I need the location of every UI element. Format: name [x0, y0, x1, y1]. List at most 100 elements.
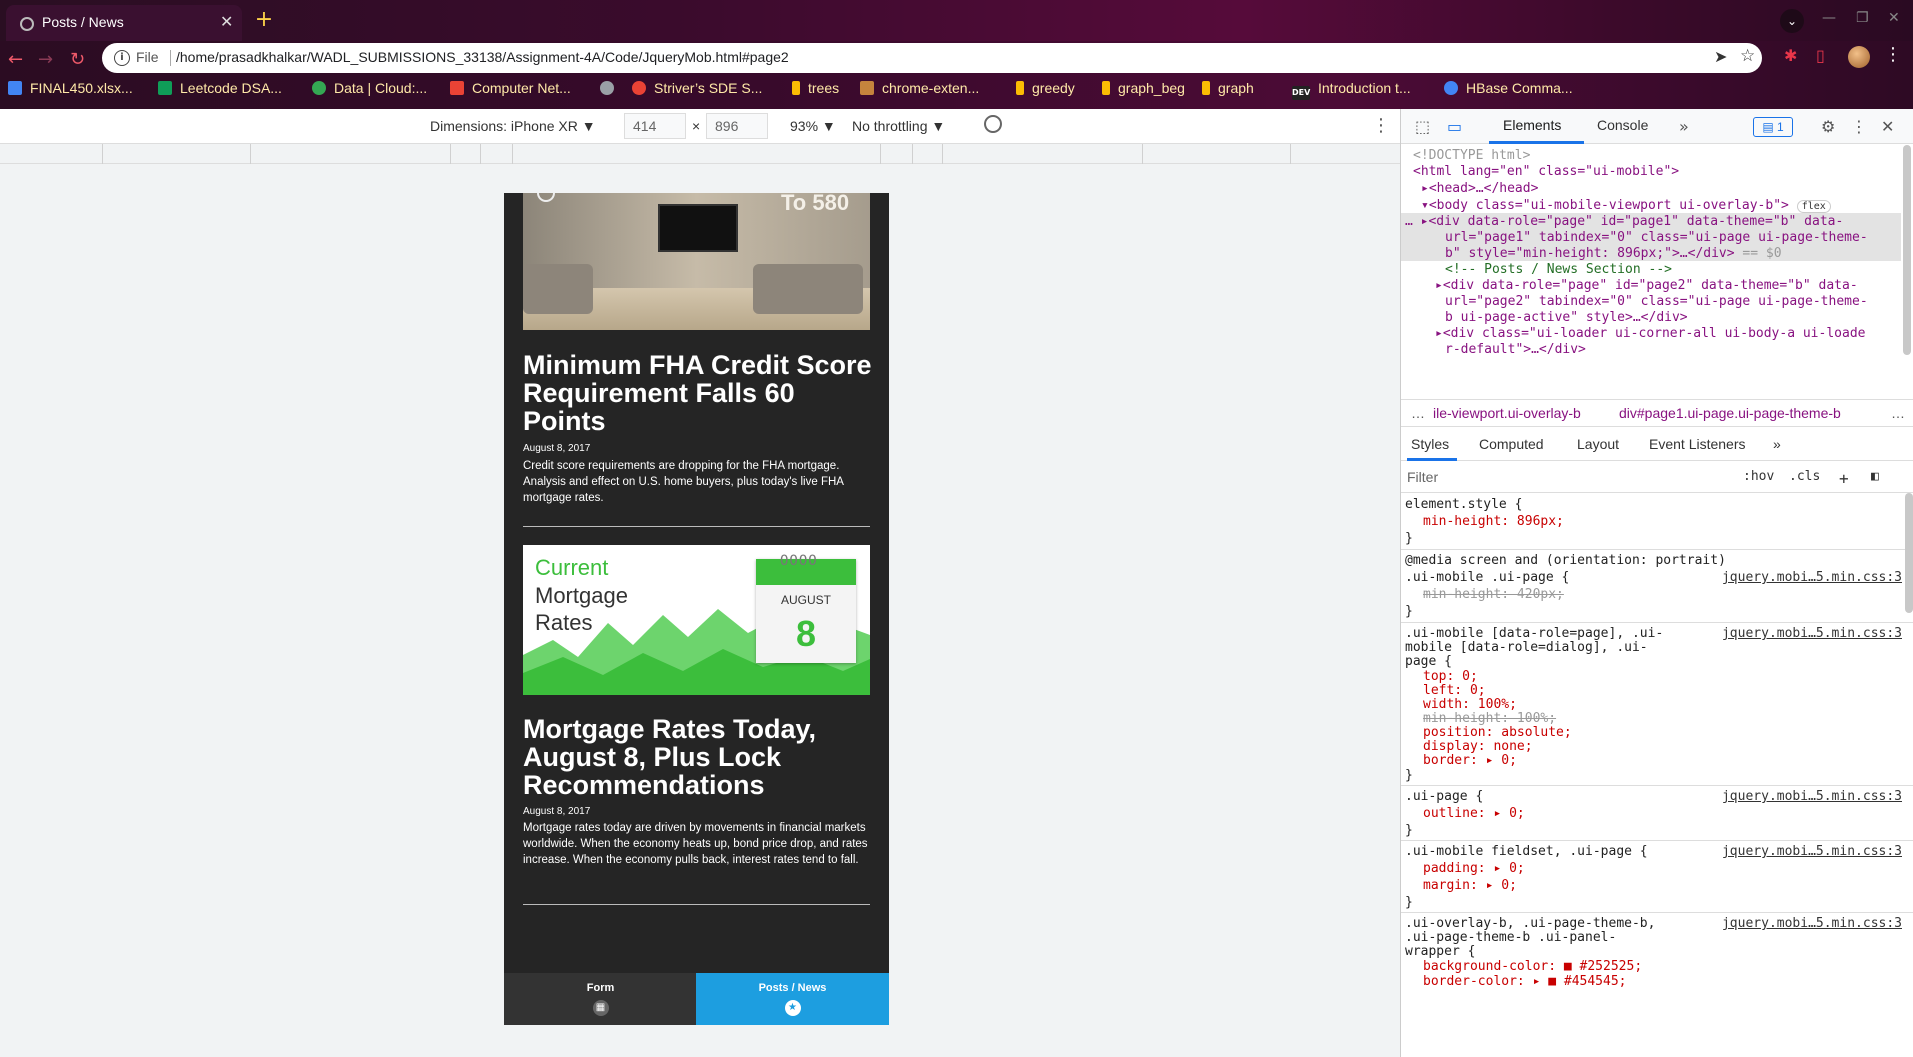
dom-html[interactable]: <html lang="en" class="ui-mobile">: [1413, 164, 1679, 180]
bookmark-item[interactable]: graph_beg: [1102, 80, 1185, 96]
rule-selector[interactable]: element.style {: [1405, 496, 1522, 513]
forward-icon[interactable]: →: [38, 49, 53, 70]
tv-icon: [658, 204, 738, 252]
breadcrumb-overflow[interactable]: …: [1411, 405, 1425, 421]
browser-tab[interactable]: Posts / News ✕: [6, 5, 242, 41]
tab-event-listeners[interactable]: Event Listeners: [1649, 436, 1746, 452]
bookmark-item[interactable]: chrome-exten...: [860, 80, 979, 96]
device-toggle-icon[interactable]: ▭: [1447, 117, 1462, 136]
bookmark-item[interactable]: trees: [792, 80, 839, 96]
dom-page2-line[interactable]: ▸<div data-role="page" id="page2" data-t…: [1435, 278, 1858, 294]
tab-search-chevron-icon[interactable]: ⌄: [1780, 9, 1804, 33]
maximize-icon[interactable]: ❐: [1856, 10, 1869, 26]
dom-body-text: <body class="ui-mobile-viewport ui-overl…: [1428, 198, 1789, 213]
inspect-element-icon[interactable]: ⬚: [1415, 117, 1430, 136]
tab-styles[interactable]: Styles: [1411, 436, 1449, 452]
bookmark-item[interactable]: Computer Net...: [450, 80, 571, 96]
device-height-input[interactable]: 896: [706, 113, 768, 139]
breadcrumb-overflow[interactable]: …: [1891, 405, 1905, 421]
more-tabs-icon[interactable]: »: [1679, 117, 1689, 136]
devtools-menu-icon[interactable]: ⋮: [1851, 117, 1867, 136]
bolt-icon: [1016, 81, 1024, 95]
tab-console[interactable]: Console: [1597, 117, 1648, 133]
rule-property[interactable]: outline: ▸ 0;: [1423, 805, 1525, 822]
info-icon[interactable]: i: [114, 50, 130, 66]
dom-comment[interactable]: <!-- Posts / News Section -->: [1445, 262, 1672, 278]
bookmark-item[interactable]: Data | Cloud:...: [312, 80, 427, 96]
bookmarks-bar: FINAL450.xlsx... Leetcode DSA... Data | …: [0, 79, 1913, 109]
rule-property[interactable]: min-height: 896px;: [1423, 513, 1564, 530]
styles-filter-input[interactable]: Filter: [1407, 469, 1438, 485]
post-title[interactable]: Minimum FHA Credit Score Requirement Fal…: [523, 351, 873, 435]
bookmark-item[interactable]: HBase Comma...: [1444, 80, 1573, 96]
bookmark-item[interactable]: [600, 80, 622, 96]
rule-source-link[interactable]: jquery.mobi…5.min.css:3: [1722, 569, 1902, 586]
rule-property[interactable]: border: ▸ 0;: [1423, 752, 1517, 769]
rule-selector[interactable]: .ui-mobile fieldset, .ui-page {: [1405, 843, 1648, 860]
bookmark-item[interactable]: graph: [1202, 80, 1254, 96]
browser-menu-icon[interactable]: ⋮: [1884, 44, 1902, 65]
hover-state-toggle[interactable]: :hov: [1743, 469, 1774, 484]
nav-tab-posts-news[interactable]: Posts / News ★: [696, 973, 889, 1025]
rule-source-link[interactable]: jquery.mobi…5.min.css:3: [1722, 915, 1902, 932]
bookmark-item[interactable]: FINAL450.xlsx...: [8, 80, 133, 96]
bookmark-label: Data | Cloud:...: [334, 80, 428, 96]
dom-loader-line[interactable]: ▸<div class="ui-loader ui-corner-all ui-…: [1435, 326, 1865, 342]
rule-property[interactable]: padding: ▸ 0;: [1423, 860, 1525, 877]
breadcrumb-item-selected[interactable]: div#page1.ui-page.ui-page-theme-b: [1619, 405, 1841, 421]
tab-layout[interactable]: Layout: [1577, 436, 1619, 452]
close-window-icon[interactable]: ✕: [1888, 10, 1900, 26]
ruler-tick: [450, 144, 451, 164]
back-icon[interactable]: ←: [8, 49, 23, 70]
url-text[interactable]: /home/prasadkhalkar/WADL_SUBMISSIONS_331…: [176, 49, 789, 65]
computed-sidebar-icon[interactable]: ◧: [1871, 469, 1879, 484]
dom-doctype[interactable]: <!DOCTYPE html>: [1413, 148, 1530, 164]
styles-scrollbar[interactable]: [1905, 493, 1913, 613]
more-style-tabs-icon[interactable]: »: [1773, 436, 1781, 452]
rule-source-link[interactable]: jquery.mobi…5.min.css:3: [1722, 843, 1902, 860]
avatar[interactable]: [1848, 46, 1870, 68]
dom-scrollbar[interactable]: [1903, 145, 1911, 355]
rule-source-link[interactable]: jquery.mobi…5.min.css:3: [1722, 788, 1902, 805]
flex-badge[interactable]: flex: [1796, 200, 1831, 213]
bookmark-item[interactable]: DEV Introduction t...: [1292, 80, 1411, 100]
bookmark-star-icon[interactable]: ☆: [1740, 46, 1755, 66]
close-devtools-icon[interactable]: ✕: [1881, 117, 1894, 136]
new-rule-icon[interactable]: +: [1839, 469, 1849, 488]
rule-property[interactable]: border-color: ▸ ■ #454545;: [1423, 973, 1627, 990]
throttling-select[interactable]: No throttling ▼: [852, 118, 945, 134]
bookmark-item[interactable]: Striver’s SDE S...: [632, 80, 762, 96]
tab-computed[interactable]: Computed: [1479, 436, 1544, 452]
tab-elements[interactable]: Elements: [1503, 117, 1561, 133]
class-toggle[interactable]: .cls: [1789, 469, 1820, 484]
rule-property-overridden[interactable]: min-height: 420px;: [1423, 586, 1564, 603]
extension-puzzle-icon[interactable]: ✱: [1784, 46, 1797, 65]
device-more-icon[interactable]: ⋮: [1372, 115, 1390, 136]
media-query-ruler: [0, 144, 1400, 164]
device-width-input[interactable]: 414: [624, 113, 686, 139]
reload-icon[interactable]: ↻: [70, 49, 85, 70]
settings-gear-icon[interactable]: ⚙: [1821, 117, 1835, 136]
device-dimensions-select[interactable]: Dimensions: iPhone XR ▼: [430, 118, 596, 134]
breadcrumb-item[interactable]: ile-viewport.ui-overlay-b: [1433, 405, 1581, 421]
zoom-select[interactable]: 93% ▼: [790, 118, 836, 134]
tab-close-icon[interactable]: ✕: [220, 12, 233, 31]
nav-tab-form[interactable]: Form ▦: [504, 973, 697, 1025]
rule-selector[interactable]: .ui-page {: [1405, 788, 1483, 805]
bookmark-item[interactable]: Leetcode DSA...: [158, 80, 282, 96]
rotate-icon[interactable]: [984, 115, 1002, 133]
dom-page1-line[interactable]: … ▸<div data-role="page" id="page1" data…: [1405, 214, 1843, 230]
minimize-icon[interactable]: —: [1822, 10, 1836, 26]
sidebar-icon[interactable]: ▯: [1816, 46, 1825, 65]
rule-property[interactable]: margin: ▸ 0;: [1423, 877, 1517, 894]
send-to-device-icon[interactable]: ➤: [1714, 47, 1727, 66]
post-title[interactable]: Mortgage Rates Today, August 8, Plus Loc…: [523, 715, 873, 799]
issues-badge[interactable]: ▤ 1: [1753, 117, 1793, 137]
new-tab-button[interactable]: +: [252, 9, 276, 33]
calendar-month: AUGUST: [780, 593, 831, 607]
rule-source-link[interactable]: jquery.mobi…5.min.css:3: [1722, 625, 1902, 642]
bookmark-item[interactable]: greedy: [1016, 80, 1075, 96]
address-bar[interactable]: i File /home/prasadkhalkar/WADL_SUBMISSI…: [102, 43, 1762, 73]
rule-selector[interactable]: .ui-mobile .ui-page {: [1405, 569, 1569, 586]
dom-head[interactable]: ▸<head>…</head>: [1421, 181, 1538, 197]
